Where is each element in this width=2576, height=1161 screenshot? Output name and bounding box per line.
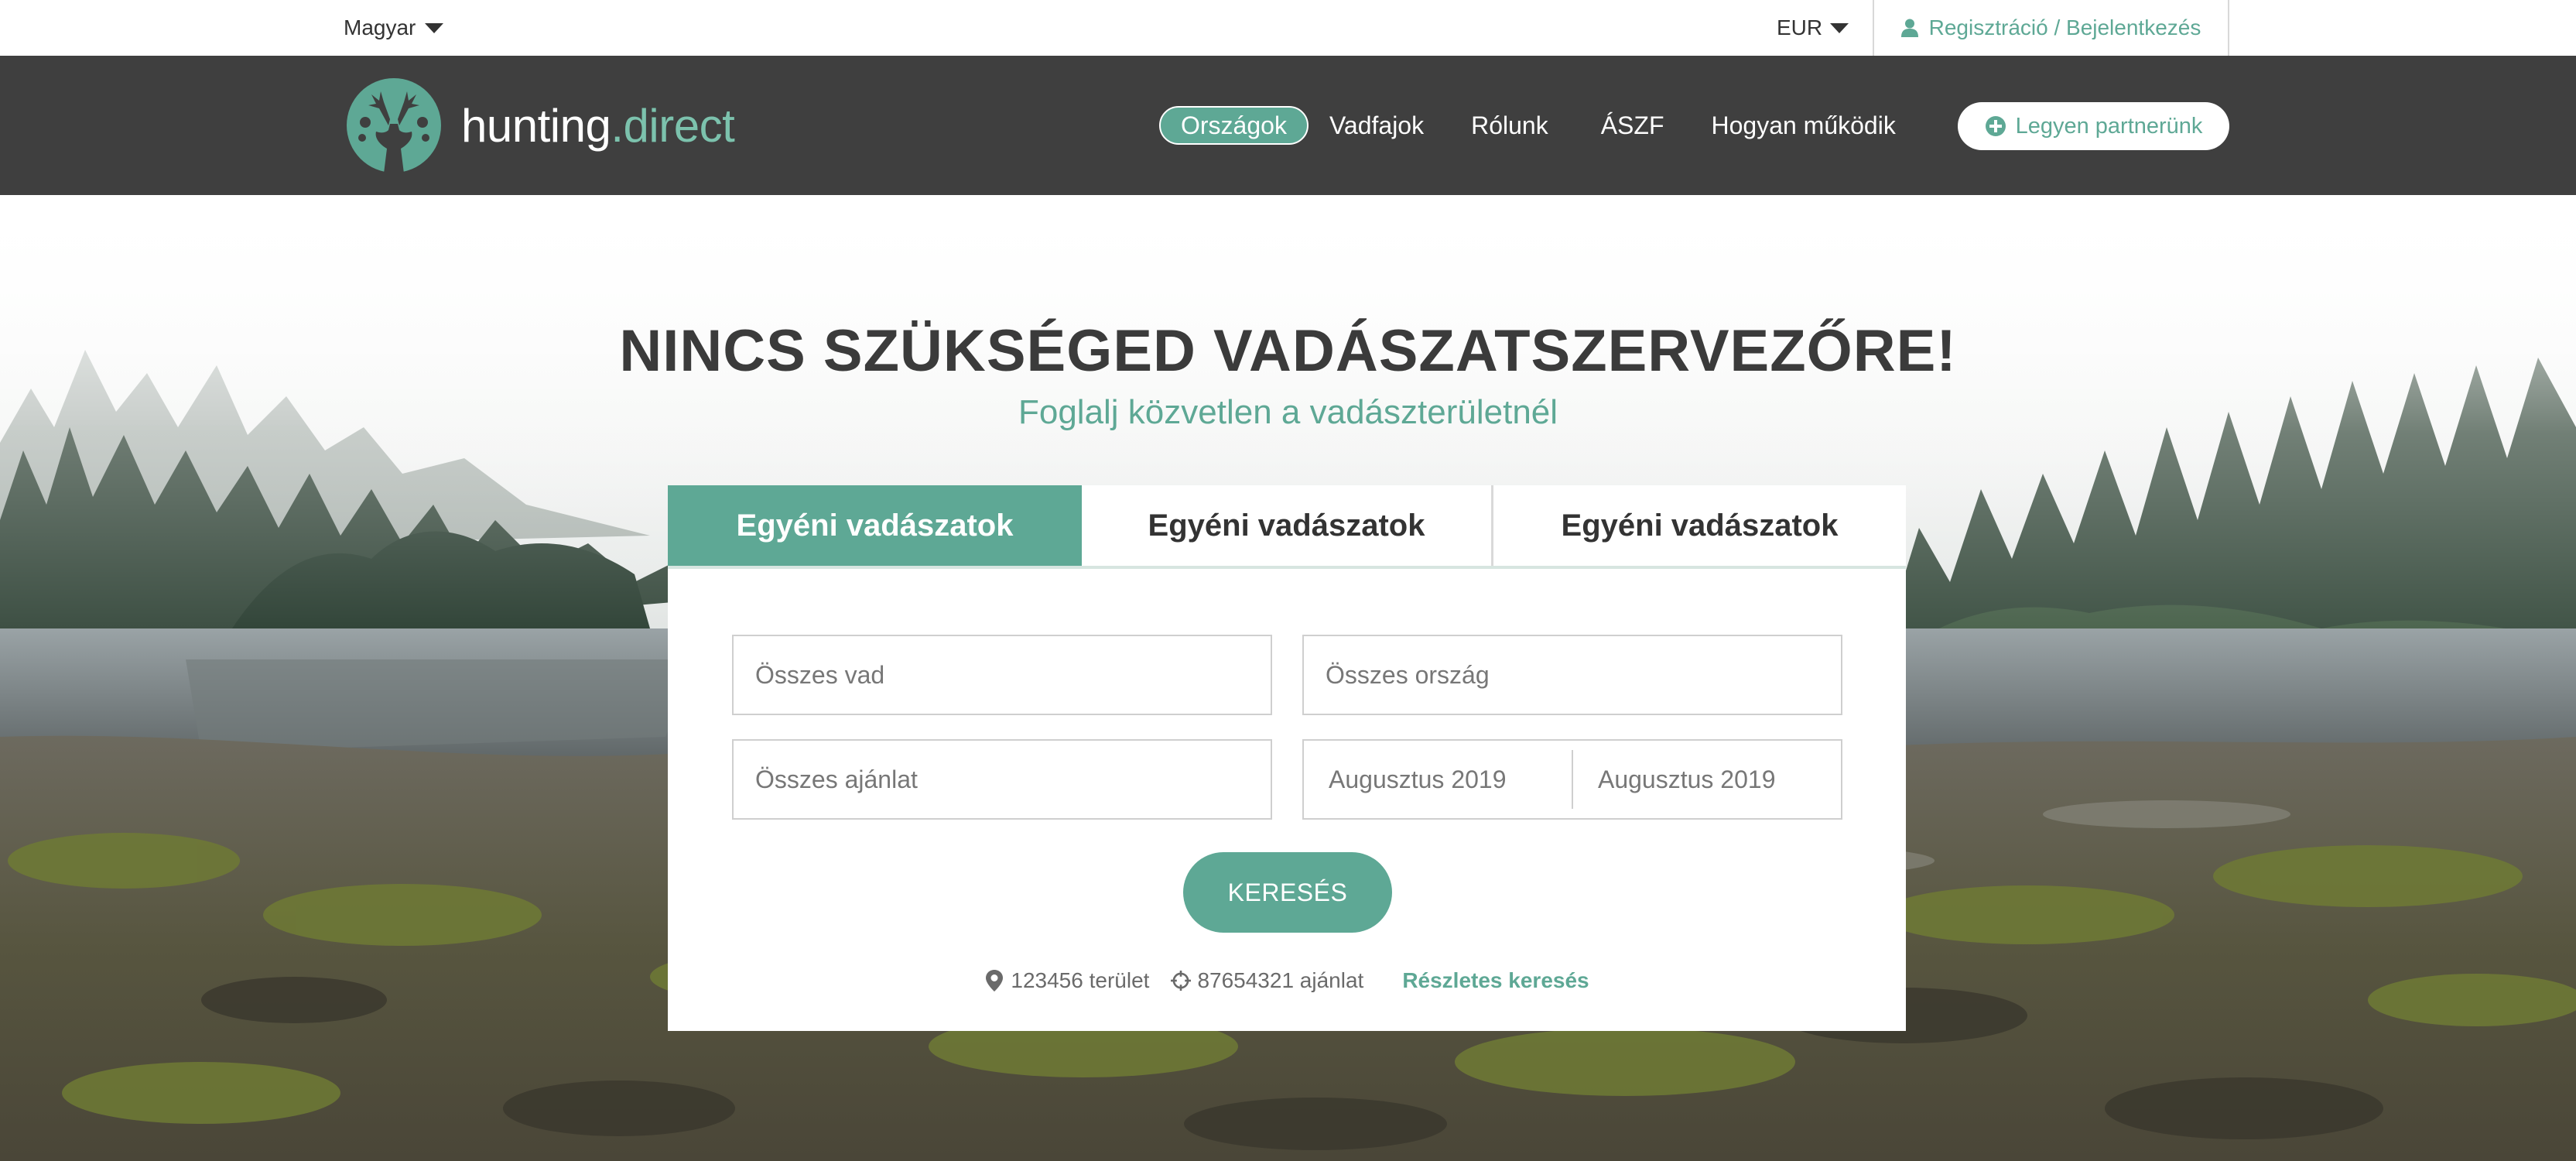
language-selector[interactable]: Magyar (344, 14, 444, 42)
currency-label: EUR (1777, 15, 1823, 39)
search-tabs: Egyéni vadászatok Egyéni vadászatok Egyé… (668, 485, 1906, 569)
date-from-field[interactable]: Augusztus 2019 (1304, 741, 1572, 818)
crosshair-icon (1171, 971, 1192, 991)
top-utility-bar: Magyar EUR Regisztráció / Bejelentkezés (0, 0, 2576, 56)
tab-individual-hunts-3[interactable]: Egyéni vadászatok (1493, 485, 1906, 566)
offers-stat: 87654321 ajánlat (1171, 968, 1363, 993)
offer-select[interactable]: Összes ajánlat (732, 739, 1272, 820)
areas-stat: 123456 terület (984, 968, 1149, 993)
nav-item-rolunk[interactable]: Rólunk (1445, 106, 1575, 145)
game-select-placeholder: Összes vad (755, 660, 885, 689)
areas-count: 123456 terület (1011, 968, 1150, 992)
country-select-placeholder: Összes ország (1326, 660, 1490, 689)
brand-name-accent: .direct (611, 99, 735, 152)
deer-logo-icon (347, 78, 441, 173)
tab-individual-hunts-2[interactable]: Egyéni vadászatok (1082, 485, 1493, 566)
plus-circle-icon (1985, 116, 2006, 136)
date-range-picker: Augusztus 2019 Augusztus 2019 (1302, 739, 1842, 820)
main-navbar: hunting.direct Országok Vadfajok Rólunk … (0, 56, 2576, 195)
date-to-field[interactable]: Augusztus 2019 (1573, 741, 1841, 818)
hero-headline: NINCS SZÜKSÉGED VADÁSZATSZERVEZŐRE! (619, 318, 1957, 384)
search-panel: Egyéni vadászatok Egyéni vadászatok Egyé… (668, 485, 1906, 1031)
map-pin-icon (986, 970, 1004, 991)
user-icon (1900, 19, 1918, 37)
brand-name-main: hunting (461, 99, 611, 152)
nav-item-vadfajok[interactable]: Vadfajok (1309, 106, 1445, 145)
game-select[interactable]: Összes vad (732, 635, 1272, 715)
caret-down-icon (425, 22, 444, 33)
caret-down-icon (1830, 22, 1849, 33)
partner-label: Legyen partnerünk (2015, 113, 2203, 139)
offers-count: 87654321 ajánlat (1197, 968, 1364, 992)
currency-selector[interactable]: EUR (1777, 14, 1849, 42)
search-stats: 123456 terület 87654321 ajánlat Részlete… (668, 965, 1906, 996)
search-button[interactable]: KERESÉS (1183, 852, 1392, 933)
login-label: Regisztráció / Bejelentkezés (1928, 15, 2201, 39)
country-select[interactable]: Összes ország (1302, 635, 1842, 715)
nav-item-aszf[interactable]: ÁSZF (1575, 106, 1691, 145)
offer-select-placeholder: Összes ajánlat (755, 765, 918, 793)
nav-item-hogyan-mukodik[interactable]: Hogyan működik (1690, 106, 1916, 145)
become-partner-button[interactable]: Legyen partnerünk (1958, 102, 2229, 150)
logo[interactable]: hunting.direct (345, 77, 735, 173)
language-label: Magyar (344, 15, 416, 39)
tab-individual-hunts-1[interactable]: Egyéni vadászatok (668, 485, 1082, 566)
brand-name: hunting.direct (461, 99, 735, 152)
advanced-search-link[interactable]: Részletes keresés (1402, 968, 1589, 993)
nav-menu: Országok Vadfajok Rólunk ÁSZF Hogyan műk… (1159, 106, 1917, 145)
register-login-link[interactable]: Regisztráció / Bejelentkezés (1873, 0, 2229, 56)
hero-section: NINCS SZÜKSÉGED VADÁSZATSZERVEZŐRE! Fogl… (0, 195, 2576, 1161)
hero-subheadline: Foglalj közvetlen a vadászterületnél (1018, 393, 1558, 431)
nav-item-orszagok[interactable]: Országok (1159, 106, 1309, 145)
